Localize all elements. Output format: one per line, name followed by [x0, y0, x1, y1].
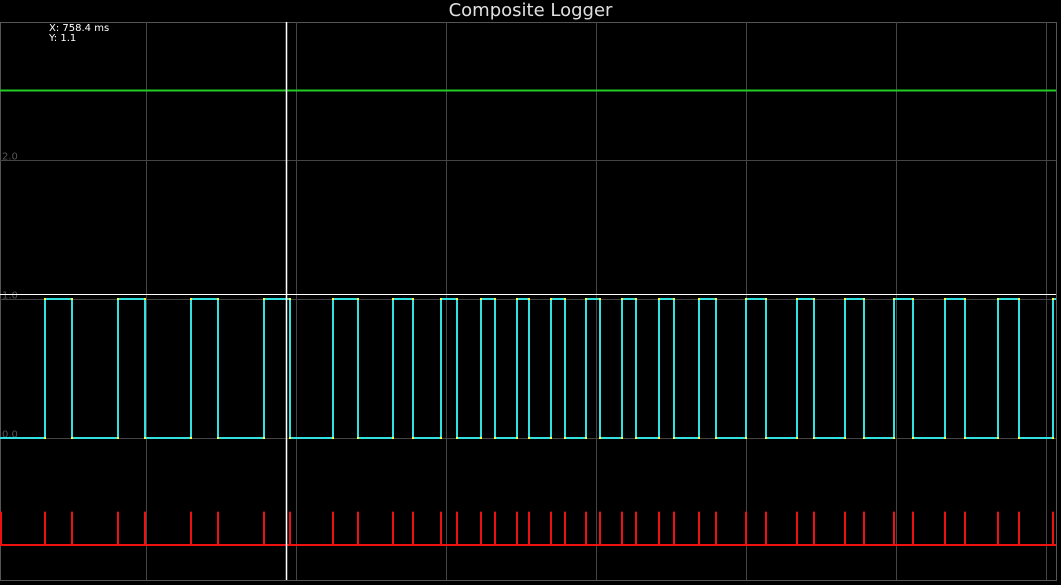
pulse-edge-marker [190, 437, 192, 439]
pulse-edge-marker [494, 437, 496, 439]
pulse-edge-marker [456, 437, 458, 439]
pulse-edge-marker [550, 437, 552, 439]
pulse-edge-marker [844, 437, 846, 439]
pulse-edge-marker [564, 437, 566, 439]
pulse-edge-marker [813, 298, 815, 300]
pulse-edge-marker [912, 298, 914, 300]
pulse-edge-marker [796, 298, 798, 300]
pulse-edge-marker [357, 437, 359, 439]
plot-area[interactable]: 2.01.00.0 [0, 0, 1061, 585]
pulse-edge-marker [44, 298, 46, 300]
pulse-edge-marker [528, 437, 530, 439]
pulse-edge-marker [332, 298, 334, 300]
pulse-edge-marker [863, 437, 865, 439]
pulse-edge-marker [944, 437, 946, 439]
pulse-edge-marker [456, 298, 458, 300]
pulse-edge-marker [765, 298, 767, 300]
pulse-edge-marker [440, 298, 442, 300]
pulse-edge-marker [673, 298, 675, 300]
pulse-edge-marker [893, 298, 895, 300]
pulse-edge-marker [745, 437, 747, 439]
pulse-edge-marker [1018, 437, 1020, 439]
series-pulse-line [0, 298, 1056, 439]
pulse-edge-marker [698, 298, 700, 300]
pulse-edge-marker [217, 437, 219, 439]
pulse-edge-marker [392, 298, 394, 300]
pulse-edge-marker [715, 298, 717, 300]
pulse-edge-marker [480, 437, 482, 439]
pulse-edge-marker [621, 298, 623, 300]
pulse-edge-marker [658, 437, 660, 439]
pulse-edge-marker [117, 298, 119, 300]
pulse-edge-marker [516, 437, 518, 439]
pulse-edge-marker [412, 437, 414, 439]
pulse-edge-marker [621, 437, 623, 439]
pulse-edge-marker [440, 437, 442, 439]
pulse-edge-marker [550, 298, 552, 300]
y-tick-label: 2.0 [2, 152, 18, 163]
pulse-edge-marker [1052, 298, 1054, 300]
pulse-edge-marker [964, 298, 966, 300]
pulse-edge-marker [289, 298, 291, 300]
pulse-edge-marker [144, 437, 146, 439]
pulse-edge-marker [564, 298, 566, 300]
pulse-edge-marker [117, 437, 119, 439]
pulse-edge-marker [599, 437, 601, 439]
pulse-edge-marker [585, 298, 587, 300]
pulse-edge-marker [863, 298, 865, 300]
pulse-edge-marker [944, 298, 946, 300]
pulse-edge-marker [997, 437, 999, 439]
pulse-edge-marker [289, 437, 291, 439]
pulse-edge-marker [217, 298, 219, 300]
pulse-edge-marker [144, 298, 146, 300]
pulse-edge-marker [71, 437, 73, 439]
pulse-edge-marker [263, 298, 265, 300]
pulse-edge-marker [635, 298, 637, 300]
pulse-edge-marker [635, 437, 637, 439]
pulse-edge-marker [599, 298, 601, 300]
pulse-edge-marker [494, 298, 496, 300]
pulse-edge-marker [263, 437, 265, 439]
pulse-edge-marker [585, 437, 587, 439]
pulse-edge-marker [190, 298, 192, 300]
pulse-edge-marker [673, 437, 675, 439]
pulse-edge-marker [765, 437, 767, 439]
pulse-edge-marker [71, 298, 73, 300]
pulse-edge-marker [44, 437, 46, 439]
cursor-readout: X: 758.4 ms Y: 1.1 [49, 24, 109, 44]
pulse-edge-marker [480, 298, 482, 300]
pulse-edge-marker [715, 437, 717, 439]
pulse-edge-marker [516, 298, 518, 300]
pulse-edge-marker [844, 298, 846, 300]
pulse-edge-marker [745, 298, 747, 300]
y-tick-label: 1.0 [2, 291, 18, 302]
pulse-edge-marker [412, 298, 414, 300]
pulse-edge-marker [332, 437, 334, 439]
pulse-edge-marker [912, 437, 914, 439]
pulse-edge-marker [1018, 298, 1020, 300]
pulse-edge-marker [964, 437, 966, 439]
pulse-edge-marker [528, 298, 530, 300]
pulse-edge-marker [1052, 437, 1054, 439]
pulse-edge-marker [392, 437, 394, 439]
pulse-edge-marker [357, 298, 359, 300]
cursor-y-readout: Y: 1.1 [49, 33, 77, 44]
pulse-edge-marker [698, 437, 700, 439]
pulse-edge-marker [796, 437, 798, 439]
pulse-edge-marker [658, 298, 660, 300]
pulse-edge-marker [893, 437, 895, 439]
pulse-edge-marker [997, 298, 999, 300]
pulse-edge-marker [813, 437, 815, 439]
